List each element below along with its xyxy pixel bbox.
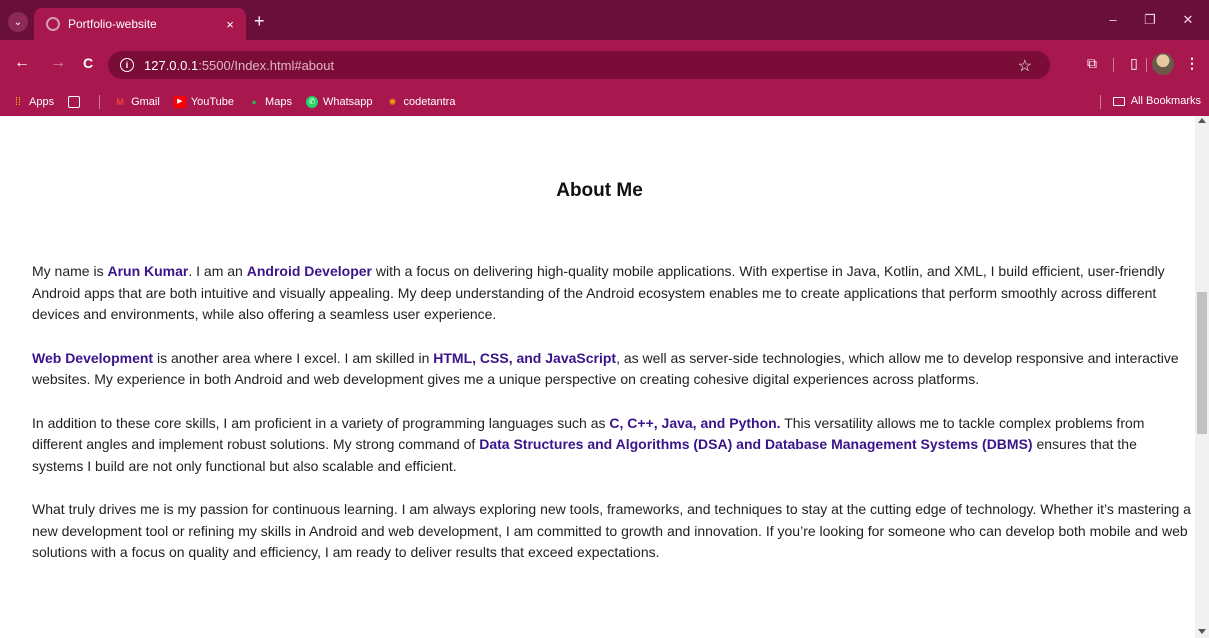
text: My name is (32, 263, 108, 279)
bookmarks-divider (1100, 95, 1101, 109)
scroll-up-arrow-icon[interactable] (1198, 118, 1206, 123)
bookmark-label: Whatsapp (322, 96, 373, 108)
bookmarks-divider (99, 95, 101, 109)
highlight-web-skills: HTML, CSS, and JavaScript (433, 349, 617, 366)
restore-button[interactable]: ❐ (1140, 12, 1160, 28)
about-heading: About Me (556, 180, 643, 201)
text: . I am an (188, 263, 247, 279)
folder-icon (1112, 96, 1125, 106)
highlight-name: Arun Kumar (107, 263, 189, 279)
minimize-button[interactable]: – (1103, 12, 1123, 27)
tab-portfolio-website[interactable]: Portfolio-website × (34, 8, 246, 40)
bookmark-codetantra[interactable]: ✺ codetantra (386, 96, 456, 108)
page-viewport: About Me My name is Arun Kumar. I am an … (0, 116, 1195, 638)
toolbar-divider (1113, 58, 1114, 72)
bookmark-label: Apps (29, 96, 55, 108)
highlight-dsa-dbms: Data Structures and Algorithms (DSA) and… (479, 436, 1033, 452)
about-paragraph-1: My name is Arun Kumar. I am an Android D… (32, 261, 1192, 326)
new-tab-button[interactable]: + (254, 12, 265, 30)
globe-favicon-icon (46, 17, 60, 31)
extensions-icon[interactable]: ⧉ (1082, 55, 1102, 71)
scroll-down-arrow-icon[interactable] (1198, 629, 1206, 634)
about-paragraph-2: Web Development is another area where I … (32, 348, 1192, 391)
youtube-icon: ▶ (173, 96, 186, 108)
highlight-languages: C, C++, Java, and Python. (609, 414, 781, 431)
scrollbar-thumb[interactable] (1197, 292, 1207, 434)
back-button[interactable]: ← (12, 55, 32, 71)
tab-search-chevron-icon[interactable]: ⌄ (8, 12, 28, 32)
url-host: 127.0.0.1 (144, 57, 199, 73)
bookmark-label: Gmail (131, 96, 160, 108)
about-paragraph-4: What truly drives me is my passion for c… (32, 499, 1192, 564)
site-info-icon[interactable]: i (120, 58, 134, 72)
bookmark-label: YouTube (190, 96, 235, 108)
browser-toolbar: ← → C i 127.0.0.1 :5500/Index.html#about… (0, 40, 1209, 88)
highlight-role: Android Developer (246, 263, 372, 279)
forward-button[interactable]: → (48, 55, 68, 71)
bookmark-star-icon[interactable]: ☆ (1018, 56, 1032, 76)
tab-title: Portfolio-website (68, 17, 157, 31)
about-paragraph-3: In addition to these core skills, I am p… (32, 413, 1192, 478)
bookmark-whatsapp[interactable]: ✆ Whatsapp (305, 96, 373, 108)
url-path: :5500/Index.html#about (198, 57, 335, 73)
text: What truly drives me is my passion for c… (32, 501, 1191, 560)
gmail-icon: M (116, 97, 124, 107)
toolbar-divider (1146, 58, 1147, 72)
address-bar[interactable]: i 127.0.0.1 :5500/Index.html#about ☆ (108, 51, 1050, 79)
bookmark-youtube[interactable]: ▶ YouTube (173, 96, 235, 108)
all-bookmarks-label: All Bookmarks (1130, 95, 1201, 107)
bookmark-label: Maps (265, 96, 292, 108)
browser-titlebar: ⌄ Portfolio-website × + – ❐ ✕ (0, 0, 1209, 40)
bookmark-label: codetantra (403, 96, 456, 108)
reading-list-icon[interactable]: ▯ (1124, 55, 1144, 71)
text: In addition to these core skills, I am p… (32, 414, 610, 431)
close-window-button[interactable]: ✕ (1178, 12, 1198, 28)
text: is another area where I excel. I am skil… (153, 349, 434, 366)
page-scrollbar[interactable] (1195, 116, 1209, 638)
maps-icon: ● (251, 97, 257, 107)
apps-grid-icon: ⁞⁞ (14, 96, 22, 108)
profile-avatar[interactable] (1152, 53, 1174, 75)
all-bookmarks-button[interactable]: All Bookmarks (1112, 95, 1201, 107)
codetantra-icon: ✺ (388, 97, 397, 107)
tab-close-icon[interactable]: × (222, 17, 238, 32)
bookmark-tab-groups[interactable] (68, 96, 85, 108)
bookmarks-bar: ⁞⁞ Apps M Gmail ▶ YouTube ● Maps ✆ Whats… (0, 88, 1209, 116)
about-text: My name is Arun Kumar. I am an Android D… (32, 261, 1192, 586)
highlight-web-development: Web Development (32, 349, 154, 366)
bookmark-gmail[interactable]: M Gmail (114, 96, 160, 108)
whatsapp-icon: ✆ (305, 96, 318, 108)
bookmark-apps[interactable]: ⁞⁞ Apps (12, 96, 54, 108)
tab-groups-icon (68, 96, 81, 108)
reload-button[interactable]: C (78, 55, 98, 71)
menu-kebab-icon[interactable]: ⋮ (1182, 55, 1202, 71)
bookmark-maps[interactable]: ● Maps (248, 96, 292, 108)
